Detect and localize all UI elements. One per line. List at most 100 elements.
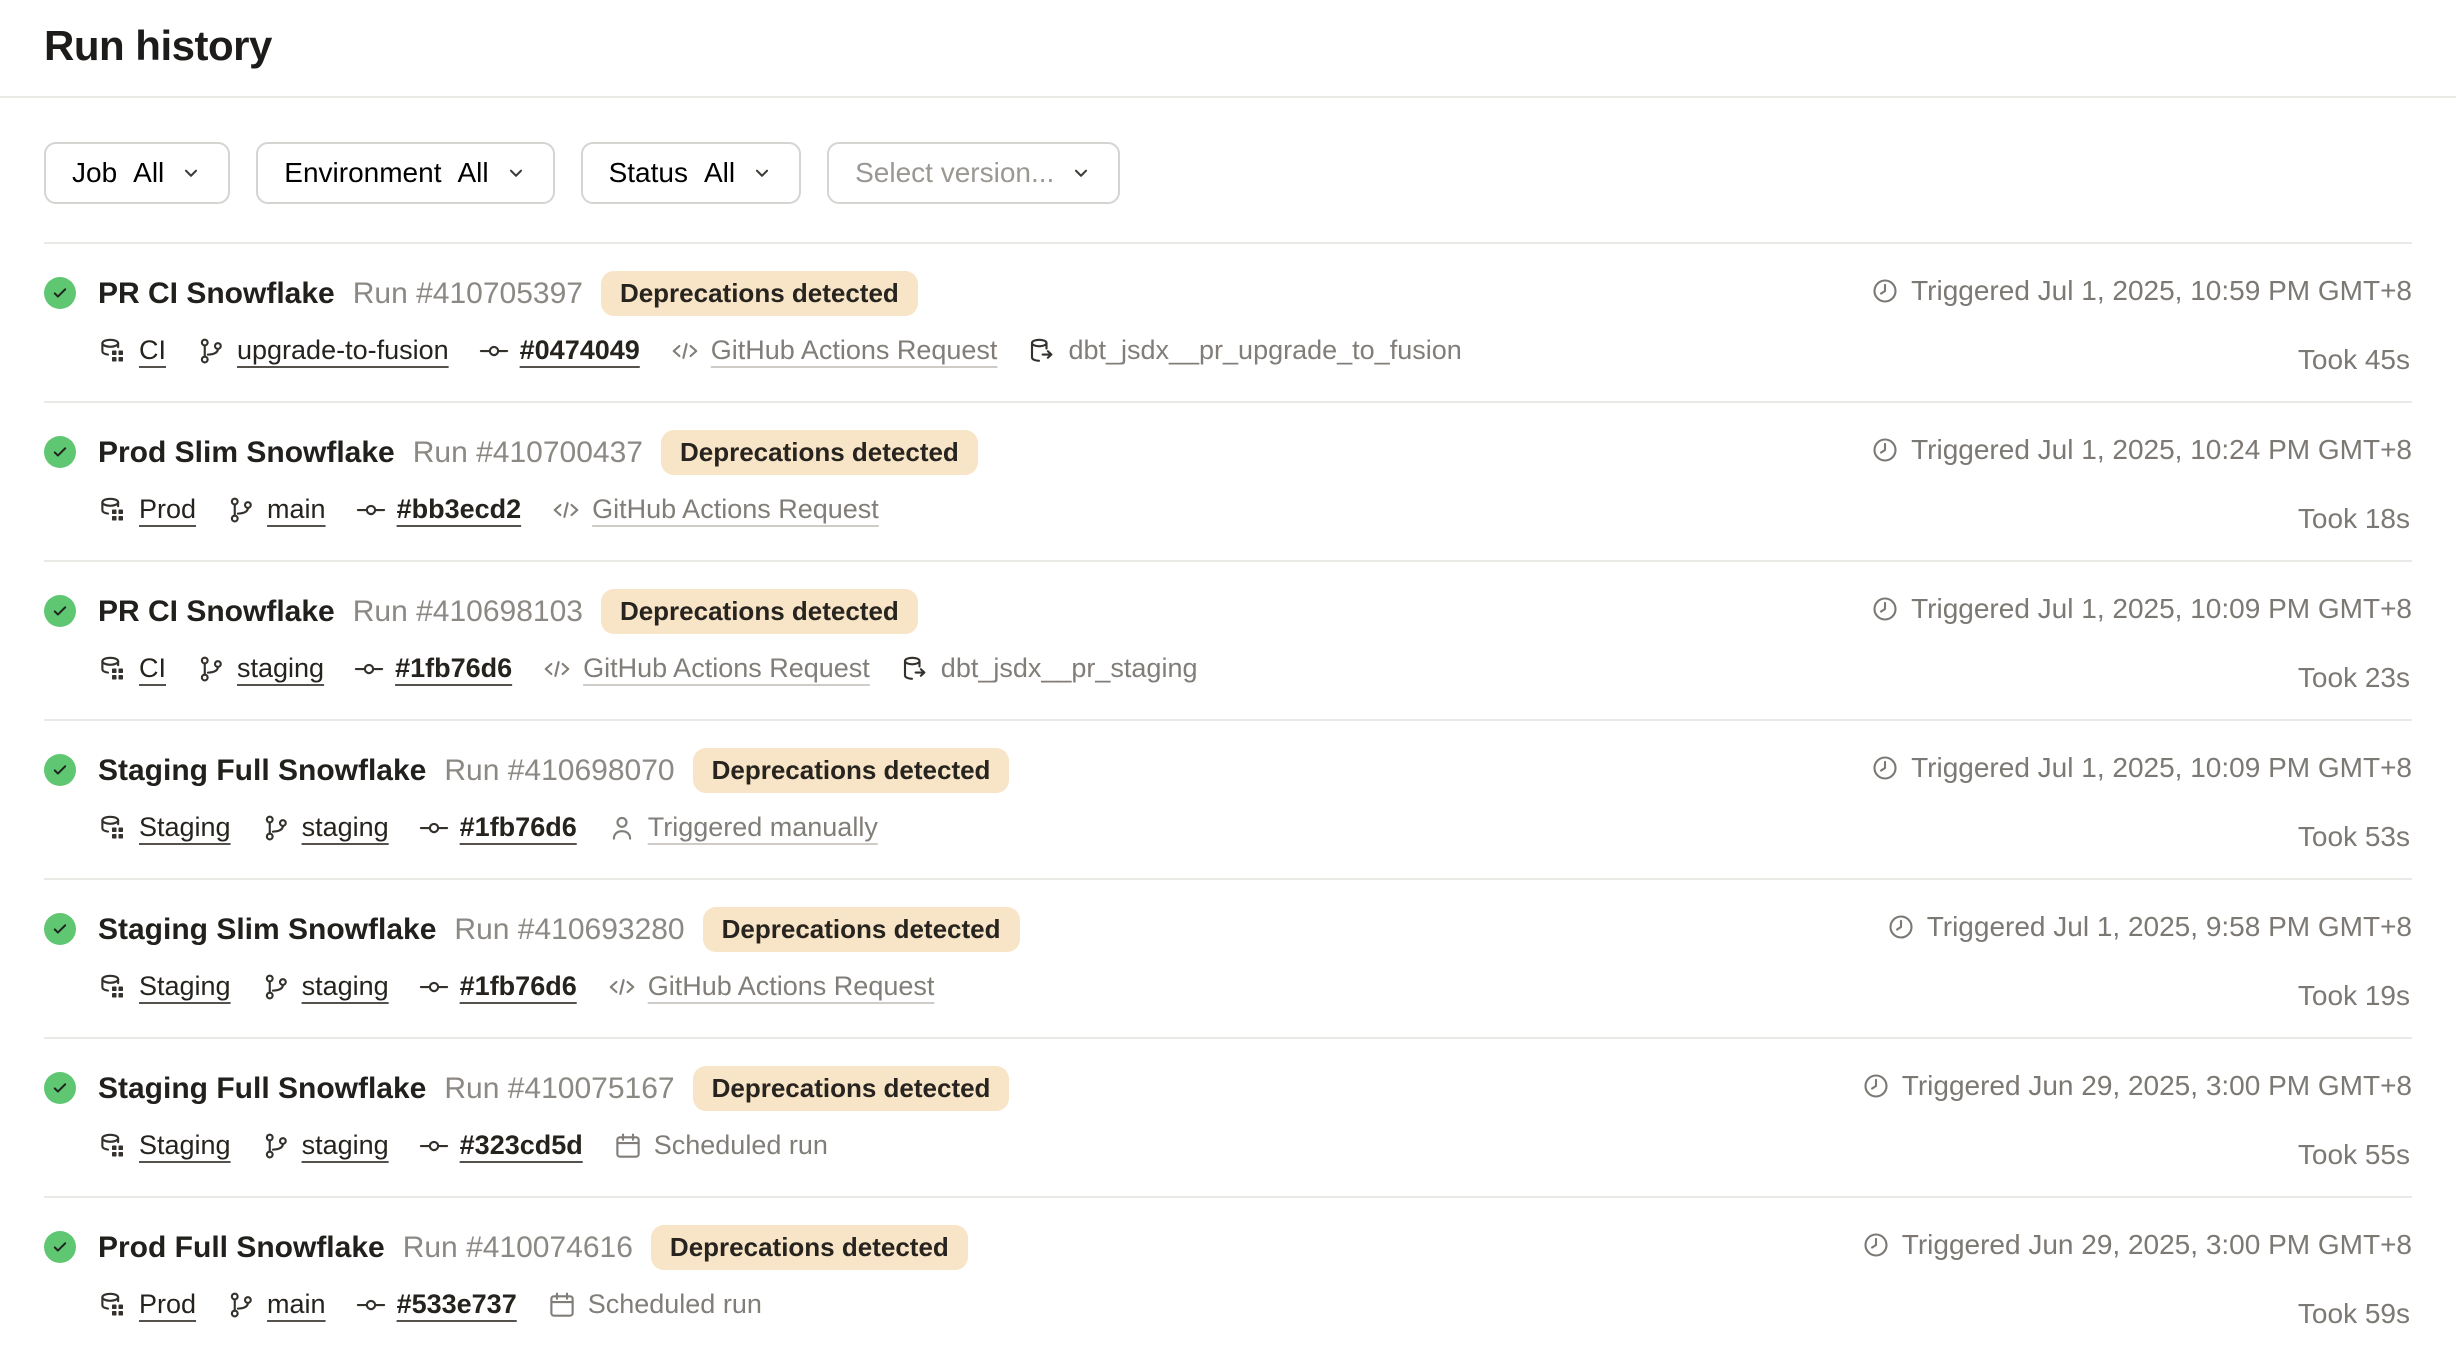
commit-link[interactable]: #bb3ecd2: [397, 494, 522, 525]
calendar-icon: [613, 1131, 643, 1161]
environment-filter-label: Environment: [284, 157, 441, 189]
triggered-timestamp: Triggered Jul 1, 2025, 9:58 PM GMT+8: [1927, 911, 2412, 943]
run-number: Run #410698070: [444, 754, 674, 788]
trigger-source-link[interactable]: GitHub Actions Request: [711, 335, 998, 366]
run-row[interactable]: PR CI Snowflake Run #410698103 Deprecati…: [44, 562, 2412, 721]
code-icon: [542, 654, 572, 684]
deprecations-badge: Deprecations detected: [651, 1225, 968, 1270]
job-name-link[interactable]: Staging Slim Snowflake: [98, 913, 436, 947]
job-filter[interactable]: Job All: [44, 142, 230, 204]
commit-link[interactable]: #533e737: [397, 1289, 517, 1320]
environment-link[interactable]: CI: [139, 653, 166, 684]
job-name-link[interactable]: Staging Full Snowflake: [98, 754, 426, 788]
branch-link[interactable]: staging: [302, 971, 389, 1002]
clock-icon: [1862, 1072, 1890, 1100]
run-duration: Took 23s: [2298, 662, 2412, 694]
run-number: Run #410700437: [413, 436, 643, 470]
trigger-source-label: Scheduled run: [588, 1289, 762, 1320]
code-icon: [607, 972, 637, 1002]
run-duration: Took 45s: [2298, 344, 2412, 376]
run-success-icon: [44, 754, 76, 786]
branch-icon: [196, 336, 226, 366]
branch-link[interactable]: staging: [237, 653, 324, 684]
environment-link[interactable]: Prod: [139, 494, 196, 525]
clock-icon: [1887, 913, 1915, 941]
trigger-source-link[interactable]: GitHub Actions Request: [583, 653, 870, 684]
trigger-source-label: Scheduled run: [654, 1130, 828, 1161]
run-number: Run #410693280: [454, 913, 684, 947]
commit-icon: [419, 972, 449, 1002]
branch-link[interactable]: main: [267, 494, 326, 525]
job-name-link[interactable]: Prod Full Snowflake: [98, 1231, 385, 1265]
job-name-link[interactable]: PR CI Snowflake: [98, 595, 335, 629]
environment-filter[interactable]: Environment All: [256, 142, 554, 204]
branch-link[interactable]: upgrade-to-fusion: [237, 335, 449, 366]
environment-link[interactable]: CI: [139, 335, 166, 366]
schema-name: dbt_jsdx__pr_staging: [941, 653, 1198, 684]
environment-link[interactable]: Staging: [139, 971, 231, 1002]
triggered-timestamp: Triggered Jul 1, 2025, 10:09 PM GMT+8: [1911, 752, 2412, 784]
run-success-icon: [44, 913, 76, 945]
commit-icon: [356, 495, 386, 525]
commit-icon: [419, 1131, 449, 1161]
run-duration: Took 18s: [2298, 503, 2412, 535]
chevron-down-icon: [751, 162, 773, 184]
deprecations-badge: Deprecations detected: [661, 430, 978, 475]
run-duration: Took 53s: [2298, 821, 2412, 853]
version-filter-placeholder: Select version...: [855, 157, 1054, 189]
run-row[interactable]: Prod Slim Snowflake Run #410700437 Depre…: [44, 403, 2412, 562]
deprecations-badge: Deprecations detected: [693, 748, 1010, 793]
commit-icon: [356, 1290, 386, 1320]
job-name-link[interactable]: PR CI Snowflake: [98, 277, 335, 311]
environment-link[interactable]: Staging: [139, 1130, 231, 1161]
run-success-icon: [44, 1231, 76, 1263]
run-row[interactable]: Staging Slim Snowflake Run #410693280 De…: [44, 880, 2412, 1039]
commit-link[interactable]: #323cd5d: [460, 1130, 583, 1161]
run-duration: Took 55s: [2298, 1139, 2412, 1171]
branch-link[interactable]: staging: [302, 1130, 389, 1161]
run-row[interactable]: Staging Full Snowflake Run #410698070 De…: [44, 721, 2412, 880]
job-name-link[interactable]: Prod Slim Snowflake: [98, 436, 395, 470]
environment-link[interactable]: Staging: [139, 812, 231, 843]
clock-icon: [1871, 754, 1899, 782]
code-icon: [551, 495, 581, 525]
environment-icon: [98, 495, 128, 525]
environment-icon: [98, 1290, 128, 1320]
status-filter[interactable]: Status All: [581, 142, 802, 204]
run-number: Run #410075167: [444, 1072, 674, 1106]
trigger-source-link[interactable]: GitHub Actions Request: [592, 494, 879, 525]
schema-icon: [1027, 336, 1057, 366]
run-row[interactable]: PR CI Snowflake Run #410705397 Deprecati…: [44, 244, 2412, 403]
run-row[interactable]: Staging Full Snowflake Run #410075167 De…: [44, 1039, 2412, 1198]
page-title: Run history: [44, 22, 2412, 70]
triggered-timestamp: Triggered Jun 29, 2025, 3:00 PM GMT+8: [1902, 1229, 2412, 1261]
deprecations-badge: Deprecations detected: [703, 907, 1020, 952]
environment-link[interactable]: Prod: [139, 1289, 196, 1320]
commit-icon: [479, 336, 509, 366]
environment-filter-value: All: [457, 157, 488, 189]
job-name-link[interactable]: Staging Full Snowflake: [98, 1072, 426, 1106]
run-row[interactable]: Prod Full Snowflake Run #410074616 Depre…: [44, 1198, 2412, 1354]
triggered-timestamp: Triggered Jul 1, 2025, 10:09 PM GMT+8: [1911, 593, 2412, 625]
run-success-icon: [44, 436, 76, 468]
run-number: Run #410698103: [353, 595, 583, 629]
commit-link[interactable]: #1fb76d6: [395, 653, 512, 684]
branch-icon: [196, 654, 226, 684]
environment-icon: [98, 654, 128, 684]
commit-link[interactable]: #1fb76d6: [460, 812, 577, 843]
branch-link[interactable]: main: [267, 1289, 326, 1320]
schema-icon: [900, 654, 930, 684]
job-filter-value: All: [133, 157, 164, 189]
trigger-source-link[interactable]: Triggered manually: [648, 812, 878, 843]
trigger-source-link[interactable]: GitHub Actions Request: [648, 971, 935, 1002]
version-filter[interactable]: Select version...: [827, 142, 1120, 204]
status-filter-value: All: [704, 157, 735, 189]
branch-icon: [226, 495, 256, 525]
triggered-timestamp: Triggered Jul 1, 2025, 10:24 PM GMT+8: [1911, 434, 2412, 466]
page-header: Run history: [0, 0, 2456, 98]
clock-icon: [1871, 595, 1899, 623]
commit-link[interactable]: #0474049: [520, 335, 640, 366]
commit-link[interactable]: #1fb76d6: [460, 971, 577, 1002]
branch-link[interactable]: staging: [302, 812, 389, 843]
triggered-timestamp: Triggered Jul 1, 2025, 10:59 PM GMT+8: [1911, 275, 2412, 307]
